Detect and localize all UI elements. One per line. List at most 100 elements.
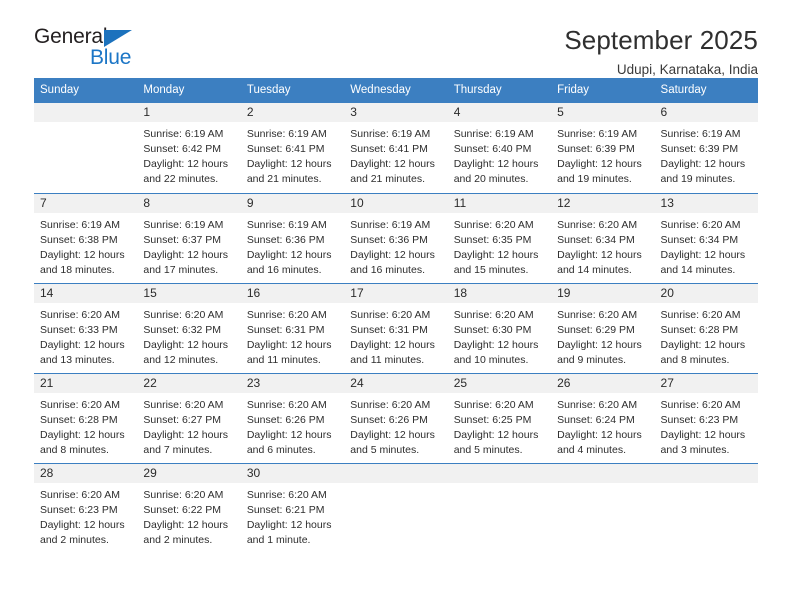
day-cell[interactable]: 18 Sunrise: 6:20 AM Sunset: 6:30 PM Dayl… bbox=[447, 283, 552, 373]
sunset-text: Sunset: 6:32 PM bbox=[143, 323, 222, 336]
calendar-page: General Blue September 2025 Udupi, Karna… bbox=[0, 0, 792, 612]
sunrise-text: Sunrise: 6:19 AM bbox=[246, 218, 327, 231]
day-cell[interactable]: 28 Sunrise: 6:20 AM Sunset: 6:23 PM Dayl… bbox=[34, 463, 138, 553]
day-details bbox=[551, 483, 654, 488]
day-cell[interactable]: 10 Sunrise: 6:19 AM Sunset: 6:36 PM Dayl… bbox=[344, 193, 448, 283]
daylight-text-line1: Daylight: 12 hours bbox=[143, 518, 229, 531]
day-cell[interactable]: 19 Sunrise: 6:20 AM Sunset: 6:29 PM Dayl… bbox=[551, 283, 655, 373]
day-cell bbox=[34, 102, 138, 193]
sunrise-text: Sunrise: 6:19 AM bbox=[143, 218, 224, 231]
daylight-text-line2: and 21 minutes. bbox=[246, 172, 322, 185]
sunrise-text: Sunrise: 6:19 AM bbox=[350, 218, 431, 231]
sunrise-text: Sunrise: 6:19 AM bbox=[143, 127, 224, 140]
day-cell[interactable]: 8 Sunrise: 6:19 AM Sunset: 6:37 PM Dayli… bbox=[137, 193, 241, 283]
sunrise-text: Sunrise: 6:20 AM bbox=[40, 308, 120, 321]
week-row: 1 Sunrise: 6:19 AM Sunset: 6:42 PM Dayli… bbox=[34, 102, 758, 193]
day-cell[interactable]: 13 Sunrise: 6:20 AM Sunset: 6:34 PM Dayl… bbox=[654, 193, 758, 283]
sunrise-text: Sunrise: 6:19 AM bbox=[453, 127, 534, 140]
weekday-header-sunday: Sunday bbox=[40, 84, 80, 96]
sunrise-text: Sunrise: 6:20 AM bbox=[453, 308, 534, 321]
sunset-text: Sunset: 6:39 PM bbox=[660, 142, 739, 155]
sunset-text: Sunset: 6:30 PM bbox=[453, 323, 532, 336]
sunrise-text: Sunrise: 6:19 AM bbox=[350, 127, 431, 140]
day-cell[interactable]: 6 Sunrise: 6:19 AM Sunset: 6:39 PM Dayli… bbox=[654, 102, 758, 193]
sunrise-text: Sunrise: 6:20 AM bbox=[660, 398, 741, 411]
sunset-text: Sunset: 6:33 PM bbox=[40, 323, 118, 336]
sunrise-text: Sunrise: 6:20 AM bbox=[350, 308, 431, 321]
day-number: 7 bbox=[34, 193, 138, 213]
day-cell[interactable]: 30 Sunrise: 6:20 AM Sunset: 6:21 PM Dayl… bbox=[240, 463, 345, 553]
sunset-text: Sunset: 6:26 PM bbox=[246, 413, 325, 426]
day-cell[interactable]: 5 Sunrise: 6:19 AM Sunset: 6:39 PM Dayli… bbox=[551, 102, 655, 193]
daylight-text-line1: Daylight: 12 hours bbox=[453, 248, 539, 261]
day-cell bbox=[447, 463, 552, 553]
title-block: September 2025 Udupi, Karnataka, India bbox=[564, 25, 758, 78]
day-cell[interactable]: 21 Sunrise: 6:20 AM Sunset: 6:28 PM Dayl… bbox=[34, 373, 138, 463]
day-details: Sunrise: 6:20 AM Sunset: 6:24 PM Dayligh… bbox=[551, 393, 654, 458]
day-details: Sunrise: 6:19 AM Sunset: 6:37 PM Dayligh… bbox=[137, 213, 240, 278]
day-cell[interactable]: 27 Sunrise: 6:20 AM Sunset: 6:23 PM Dayl… bbox=[654, 373, 758, 463]
sunrise-text: Sunrise: 6:20 AM bbox=[246, 308, 327, 321]
day-cell[interactable]: 9 Sunrise: 6:19 AM Sunset: 6:36 PM Dayli… bbox=[240, 193, 345, 283]
sunrise-text: Sunrise: 6:20 AM bbox=[350, 398, 431, 411]
logo-text-blue: Blue bbox=[90, 46, 132, 69]
daylight-text-line1: Daylight: 12 hours bbox=[453, 338, 539, 351]
daylight-text-line2: and 16 minutes. bbox=[246, 263, 322, 276]
day-cell[interactable]: 3 Sunrise: 6:19 AM Sunset: 6:41 PM Dayli… bbox=[344, 102, 448, 193]
day-details: Sunrise: 6:20 AM Sunset: 6:34 PM Dayligh… bbox=[655, 213, 758, 278]
sunrise-text: Sunrise: 6:20 AM bbox=[143, 308, 224, 321]
daylight-text-line1: Daylight: 12 hours bbox=[143, 338, 229, 351]
sunset-text: Sunset: 6:35 PM bbox=[453, 233, 532, 246]
day-cell[interactable]: 1 Sunrise: 6:19 AM Sunset: 6:42 PM Dayli… bbox=[137, 102, 241, 193]
day-details bbox=[344, 483, 447, 488]
weekday-header-thursday: Thursday bbox=[453, 84, 502, 96]
day-details: Sunrise: 6:19 AM Sunset: 6:36 PM Dayligh… bbox=[344, 213, 447, 278]
day-number: 19 bbox=[551, 283, 655, 303]
generalblue-logo[interactable]: General Blue bbox=[34, 26, 174, 72]
sunrise-text: Sunrise: 6:20 AM bbox=[557, 308, 638, 321]
day-cell[interactable]: 17 Sunrise: 6:20 AM Sunset: 6:31 PM Dayl… bbox=[344, 283, 448, 373]
sunrise-text: Sunrise: 6:20 AM bbox=[660, 308, 741, 321]
daylight-text-line2: and 17 minutes. bbox=[143, 263, 219, 276]
day-cell[interactable]: 25 Sunrise: 6:20 AM Sunset: 6:25 PM Dayl… bbox=[447, 373, 552, 463]
daylight-text-line1: Daylight: 12 hours bbox=[660, 428, 746, 441]
sunset-text: Sunset: 6:31 PM bbox=[350, 323, 428, 336]
daylight-text-line2: and 18 minutes. bbox=[40, 263, 115, 276]
week-row: 7 Sunrise: 6:19 AM Sunset: 6:38 PM Dayli… bbox=[34, 192, 758, 283]
day-details: Sunrise: 6:20 AM Sunset: 6:35 PM Dayligh… bbox=[448, 213, 551, 278]
sunset-text: Sunset: 6:25 PM bbox=[453, 413, 532, 426]
day-cell[interactable]: 23 Sunrise: 6:20 AM Sunset: 6:26 PM Dayl… bbox=[240, 373, 345, 463]
day-details: Sunrise: 6:19 AM Sunset: 6:42 PM Dayligh… bbox=[137, 122, 240, 187]
day-cell[interactable]: 24 Sunrise: 6:20 AM Sunset: 6:26 PM Dayl… bbox=[344, 373, 448, 463]
daylight-text-line1: Daylight: 12 hours bbox=[557, 157, 642, 170]
day-cell[interactable]: 26 Sunrise: 6:20 AM Sunset: 6:24 PM Dayl… bbox=[551, 373, 655, 463]
day-cell[interactable]: 2 Sunrise: 6:19 AM Sunset: 6:41 PM Dayli… bbox=[240, 102, 345, 193]
weekday-header-tuesday: Tuesday bbox=[246, 84, 291, 96]
sunset-text: Sunset: 6:22 PM bbox=[143, 503, 222, 516]
daylight-text-line1: Daylight: 12 hours bbox=[557, 248, 642, 261]
day-cell[interactable]: 16 Sunrise: 6:20 AM Sunset: 6:31 PM Dayl… bbox=[240, 283, 345, 373]
day-number: 5 bbox=[551, 102, 655, 122]
day-cell[interactable]: 4 Sunrise: 6:19 AM Sunset: 6:40 PM Dayli… bbox=[447, 102, 552, 193]
day-number bbox=[344, 463, 448, 483]
day-cell[interactable]: 14 Sunrise: 6:20 AM Sunset: 6:33 PM Dayl… bbox=[34, 283, 138, 373]
day-number: 23 bbox=[240, 373, 345, 393]
day-cell[interactable]: 15 Sunrise: 6:20 AM Sunset: 6:32 PM Dayl… bbox=[137, 283, 241, 373]
day-cell[interactable]: 20 Sunrise: 6:20 AM Sunset: 6:28 PM Dayl… bbox=[654, 283, 758, 373]
daylight-text-line2: and 11 minutes. bbox=[350, 353, 425, 366]
day-cell[interactable]: 12 Sunrise: 6:20 AM Sunset: 6:34 PM Dayl… bbox=[551, 193, 655, 283]
day-number: 14 bbox=[34, 283, 138, 303]
day-cell[interactable]: 11 Sunrise: 6:20 AM Sunset: 6:35 PM Dayl… bbox=[447, 193, 552, 283]
logo-text-general: General bbox=[34, 25, 108, 48]
day-cell[interactable]: 22 Sunrise: 6:20 AM Sunset: 6:27 PM Dayl… bbox=[137, 373, 241, 463]
sunrise-text: Sunrise: 6:19 AM bbox=[246, 127, 327, 140]
day-number: 30 bbox=[240, 463, 345, 483]
sunset-text: Sunset: 6:36 PM bbox=[246, 233, 325, 246]
day-number: 15 bbox=[137, 283, 241, 303]
day-cell[interactable]: 29 Sunrise: 6:20 AM Sunset: 6:22 PM Dayl… bbox=[137, 463, 241, 553]
daylight-text-line1: Daylight: 12 hours bbox=[40, 428, 125, 441]
day-cell[interactable]: 7 Sunrise: 6:19 AM Sunset: 6:38 PM Dayli… bbox=[34, 193, 138, 283]
day-cell bbox=[654, 463, 758, 553]
day-number: 17 bbox=[344, 283, 448, 303]
sunset-text: Sunset: 6:28 PM bbox=[660, 323, 739, 336]
